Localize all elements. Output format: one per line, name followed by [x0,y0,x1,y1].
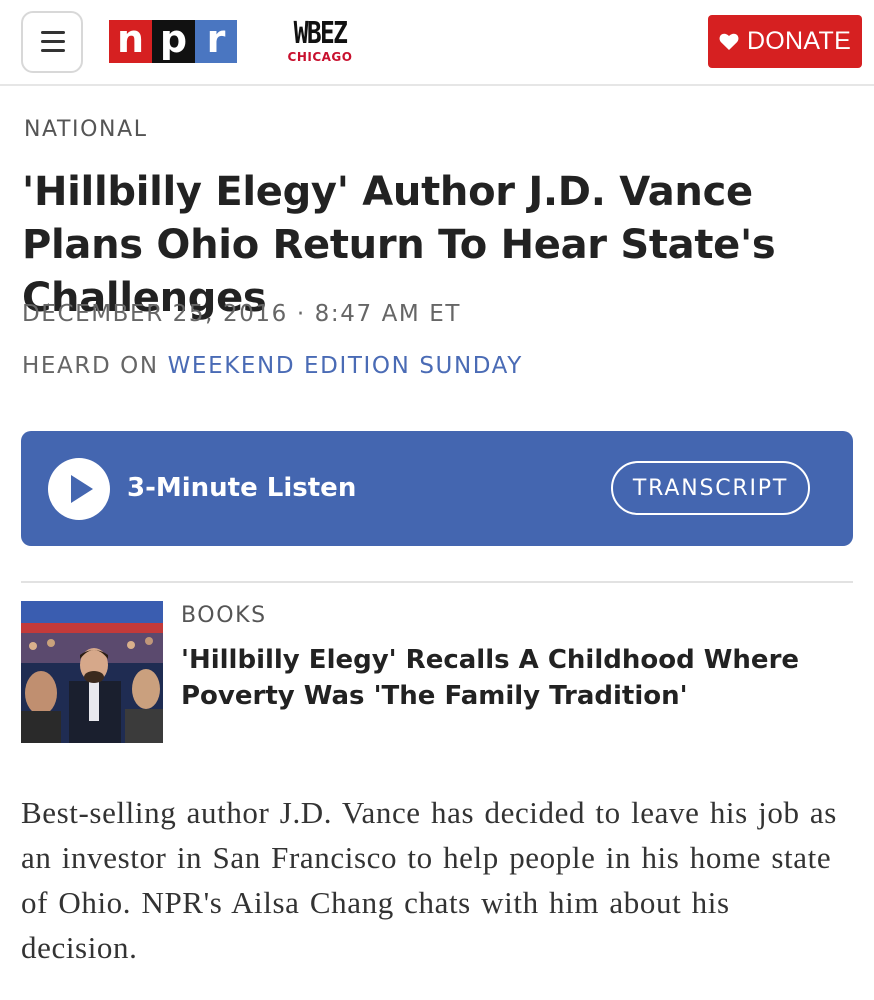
station-city: CHICAGO [287,50,353,64]
donate-button[interactable]: DONATE [708,15,862,68]
play-icon [71,475,93,503]
station-logo[interactable]: WBEZ CHICAGO [284,16,356,65]
heard-on-prefix: HEARD ON [22,353,168,379]
npr-logo-letter-n: n [109,20,152,63]
section-label[interactable]: NATIONAL [24,117,148,142]
article-teaser: Best-selling author J.D. Vance has decid… [21,795,837,965]
listen-duration-label: 3-Minute Listen [127,473,357,503]
hamburger-menu-icon [41,31,65,34]
transcript-button[interactable]: TRANSCRIPT [611,461,810,515]
site-header: n p r WBEZ CHICAGO DONATE [0,0,874,86]
play-button[interactable] [48,458,110,520]
hamburger-menu-icon-bar [41,40,65,43]
article-dateline: DECEMBER 25, 2016 · 8:47 AM ET [22,301,462,327]
divider [21,581,853,583]
heard-on-show-link[interactable]: WEEKEND EDITION SUNDAY [168,353,523,379]
jd-vance-photo [21,601,163,743]
related-story-thumbnail[interactable] [21,601,163,743]
npr-logo-letter-r: r [195,20,237,63]
audio-player: 3-Minute Listen TRANSCRIPT [21,431,853,546]
donate-label: DONATE [746,27,852,55]
heart-icon [719,33,739,50]
heard-on: HEARD ON WEEKEND EDITION SUNDAY [22,353,523,379]
npr-logo[interactable]: n p r [109,20,237,63]
npr-logo-letter-p: p [152,20,195,63]
related-story-title-link[interactable]: 'Hillbilly Elegy' Recalls A Childhood Wh… [181,642,841,714]
hamburger-menu-icon-bar [41,49,65,52]
menu-button[interactable] [21,11,83,73]
station-call-letters: WBEZ [293,16,348,51]
related-story-category[interactable]: BOOKS [181,603,267,628]
